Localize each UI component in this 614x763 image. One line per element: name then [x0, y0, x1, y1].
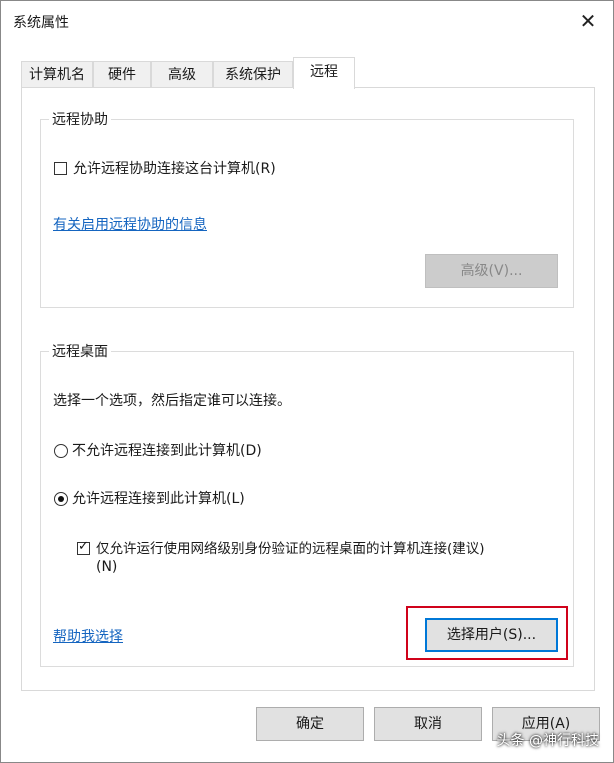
tab-remote[interactable]: 远程: [293, 57, 355, 89]
nla-checkbox[interactable]: [77, 539, 90, 555]
select-users-button[interactable]: 选择用户(S)...: [425, 618, 558, 652]
nla-label-line1: 仅允许运行使用网络级别身份验证的远程桌面的计算机连接(建议): [96, 541, 485, 557]
allow-remote-radio[interactable]: [54, 492, 68, 506]
remote-assistance-group: 远程协助 允许远程协助连接这台计算机(R) 有关启用远程协助的信息 高级(V).…: [40, 109, 574, 308]
cancel-button[interactable]: 取消: [374, 707, 482, 741]
window-title: 系统属性: [13, 15, 69, 31]
allow-remote-assistance-label: 允许远程协助连接这台计算机(R): [73, 161, 276, 177]
tab-computer-name[interactable]: 计算机名: [21, 61, 93, 88]
tab-advanced[interactable]: 高级: [151, 61, 213, 88]
nla-label-line2: (N): [96, 559, 118, 575]
tab-strip: 计算机名 硬件 高级 系统保护 远程: [21, 57, 595, 89]
close-icon[interactable]: ✕: [573, 7, 603, 35]
tab-panel-remote: 远程协助 允许远程协助连接这台计算机(R) 有关启用远程协助的信息 高级(V).…: [21, 87, 595, 691]
advanced-button[interactable]: 高级(V)...: [425, 254, 558, 288]
tab-hardware[interactable]: 硬件: [93, 61, 151, 88]
tab-system-protection[interactable]: 系统保护: [213, 61, 293, 88]
disallow-remote-radio[interactable]: [54, 444, 68, 458]
remote-desktop-instruction: 选择一个选项，然后指定谁可以连接。: [53, 393, 291, 409]
watermark-text: 头条 @神行科技: [496, 733, 599, 749]
allow-remote-assistance-checkbox[interactable]: [54, 162, 67, 175]
remote-desktop-group-label: 远程桌面: [49, 341, 111, 361]
title-bar: 系统属性 ✕: [1, 1, 613, 41]
disallow-remote-label: 不允许远程连接到此计算机(D): [72, 443, 262, 459]
remote-assistance-group-label: 远程协助: [49, 109, 111, 129]
allow-remote-label: 允许远程连接到此计算机(L): [72, 491, 245, 507]
help-me-choose-link[interactable]: 帮助我选择: [53, 626, 123, 646]
system-properties-window: 系统属性 ✕ 计算机名 硬件 高级 系统保护 远程 远程协助 允许远程协助连接这…: [0, 0, 614, 763]
remote-desktop-group: 远程桌面 选择一个选项，然后指定谁可以连接。 不允许远程连接到此计算机(D) 允…: [40, 341, 574, 667]
ok-button[interactable]: 确定: [256, 707, 364, 741]
remote-assistance-info-link[interactable]: 有关启用远程协助的信息: [53, 214, 207, 234]
